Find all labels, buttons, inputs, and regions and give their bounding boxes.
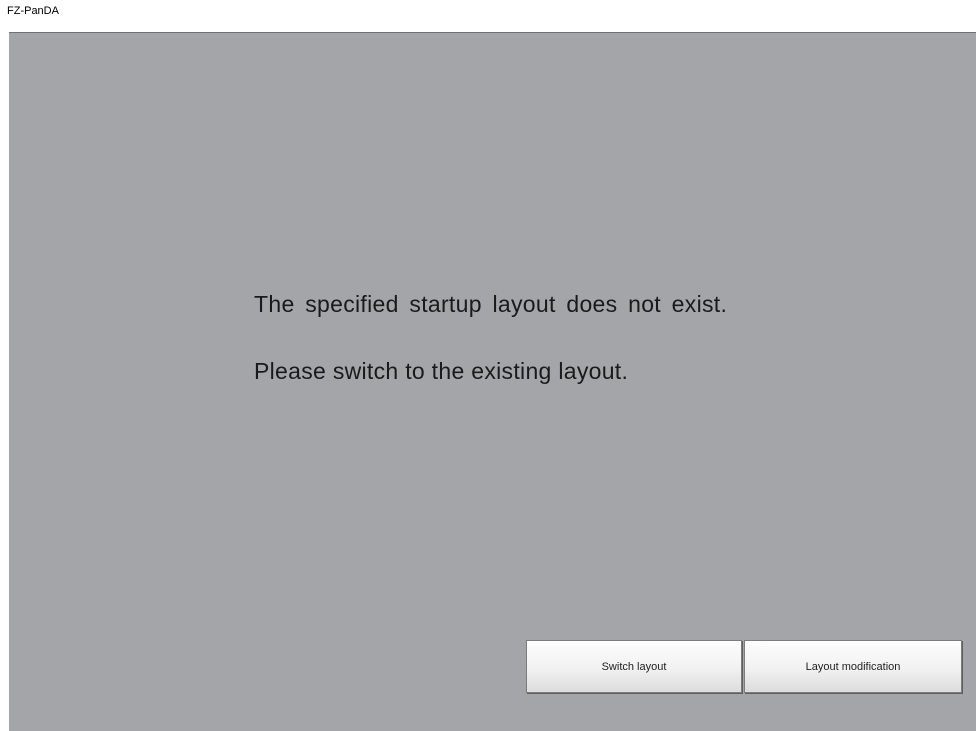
switch-layout-button[interactable]: Switch layout bbox=[526, 640, 742, 693]
title-bar: FZ-PanDA bbox=[0, 0, 976, 31]
layout-modification-button[interactable]: Layout modification bbox=[744, 640, 962, 693]
main-panel: The specified startup layout does not ex… bbox=[9, 32, 976, 731]
instruction-message: Please switch to the existing layout. bbox=[254, 358, 629, 384]
window-title: FZ-PanDA bbox=[7, 5, 59, 17]
error-message: The specified startup layout does not ex… bbox=[254, 291, 728, 317]
